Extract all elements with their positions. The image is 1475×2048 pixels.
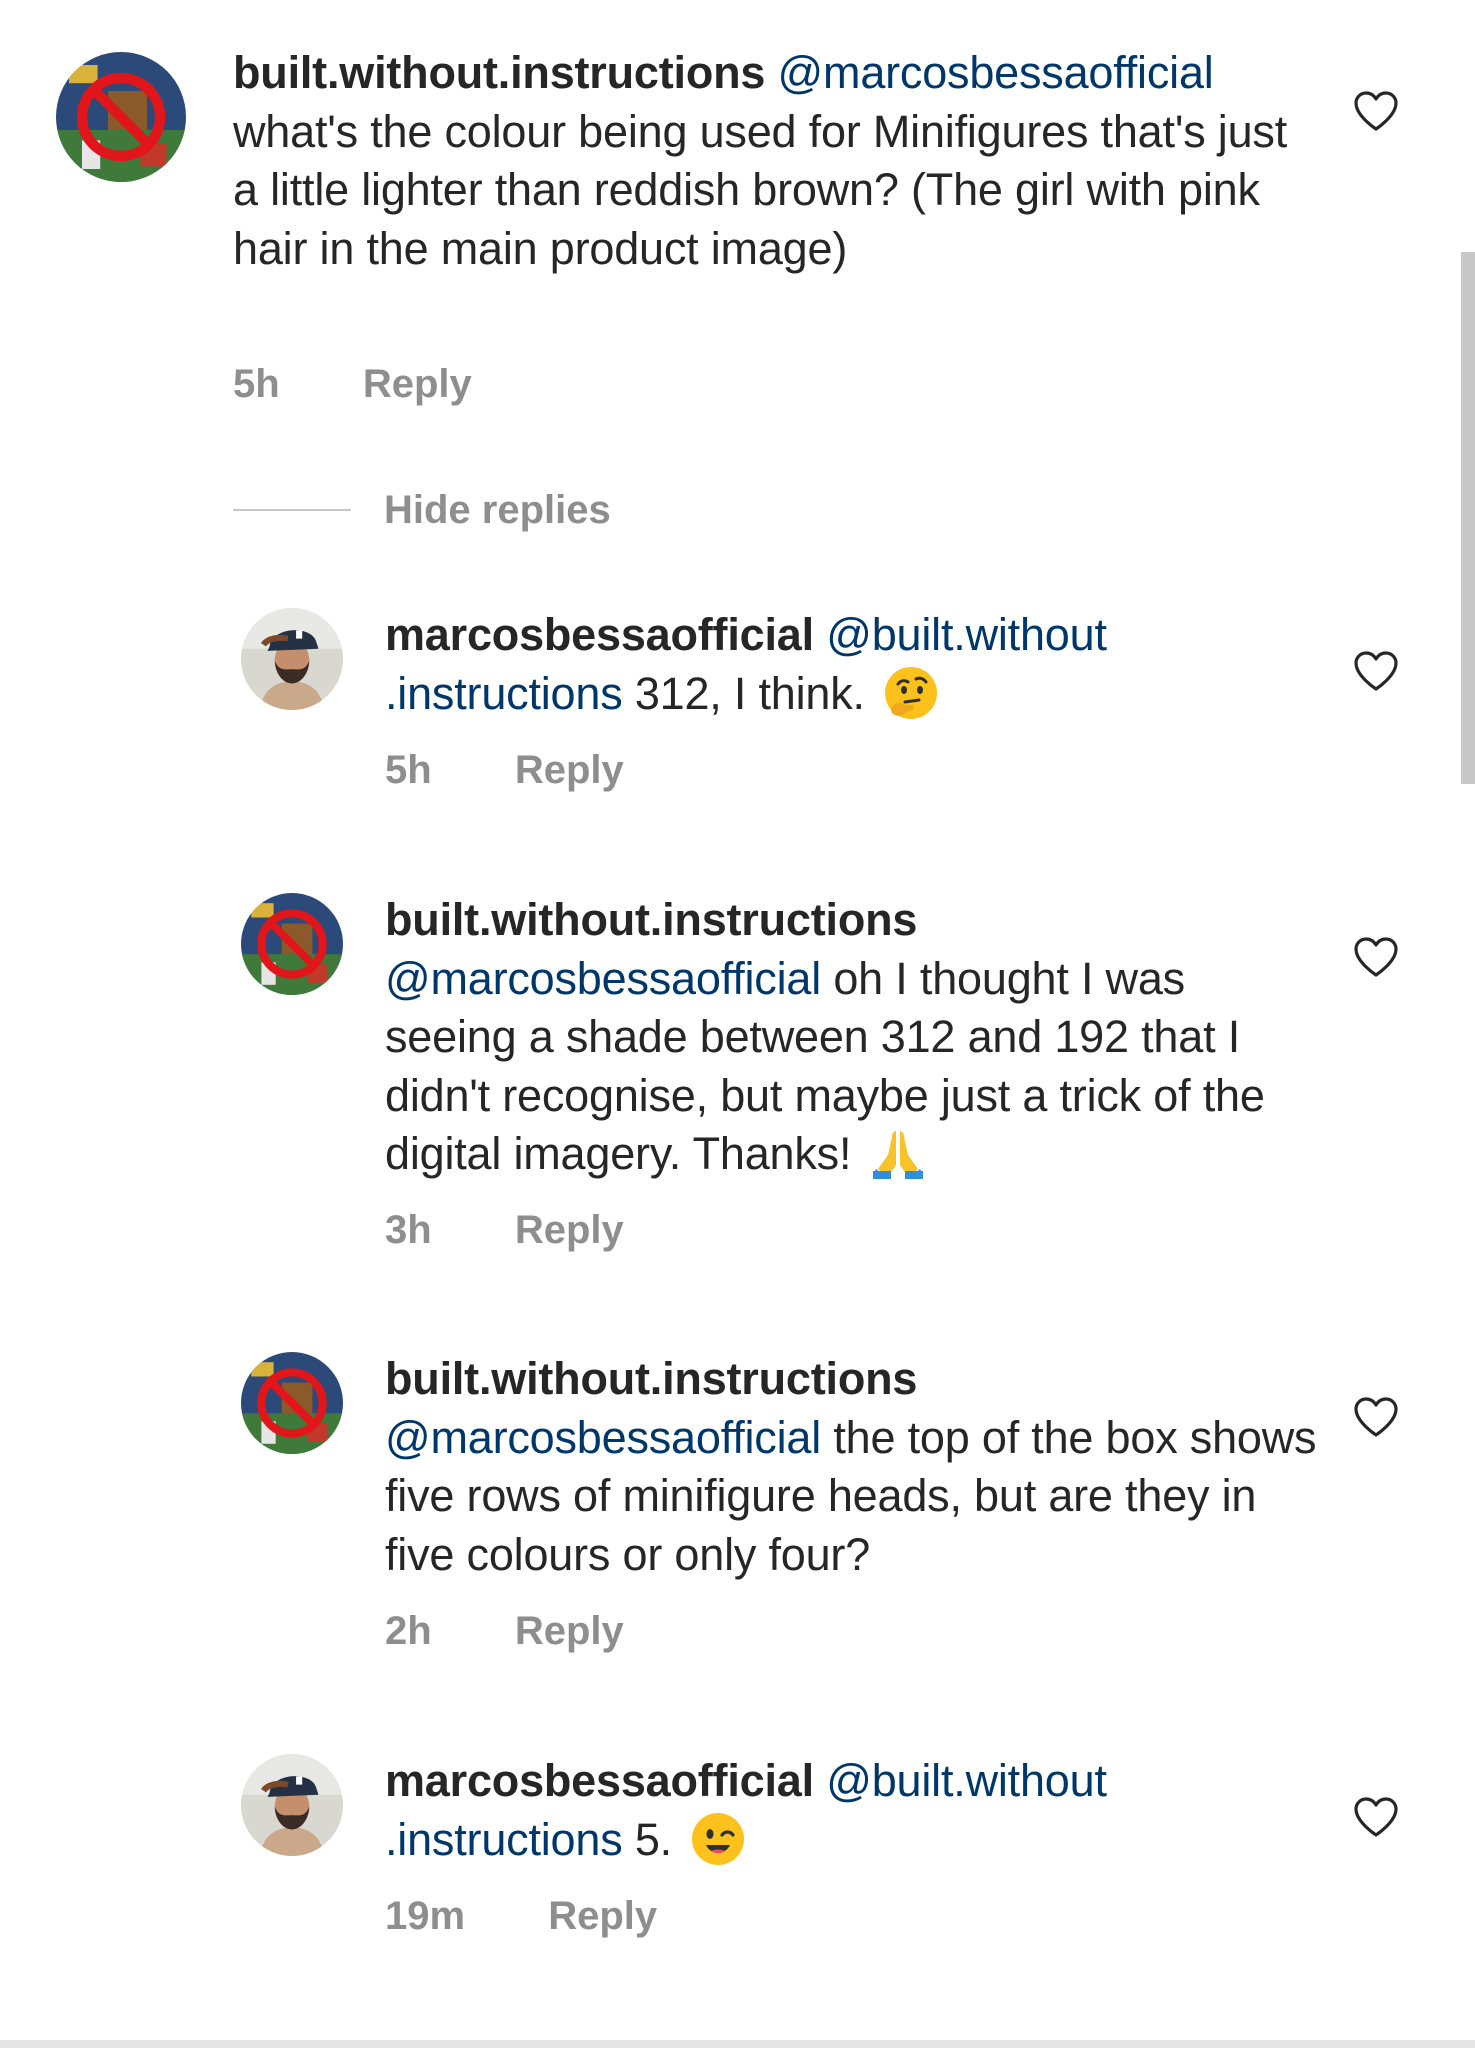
reply-button[interactable]: Reply: [515, 748, 624, 793]
folded-hands-emoji: [870, 1125, 926, 1181]
bottom-divider: [0, 2040, 1475, 2048]
avatar-no-symbol-icon[interactable]: [241, 893, 343, 995]
reply-button[interactable]: Reply: [548, 1894, 657, 1939]
reply-button[interactable]: Reply: [515, 1208, 624, 1253]
comment-message: 312, I think.: [634, 667, 865, 719]
thinking-face-emoji: [883, 665, 939, 721]
comment-message: 5.: [634, 1813, 672, 1865]
hide-replies-toggle[interactable]: Hide replies: [233, 482, 611, 538]
heart-icon[interactable]: [1353, 650, 1399, 692]
comment-meta: 5h Reply: [385, 748, 624, 793]
reply-button[interactable]: Reply: [363, 362, 472, 407]
heart-icon[interactable]: [1353, 90, 1399, 132]
mention-link[interactable]: @marcosbessaofficial: [385, 953, 821, 1004]
comment-text: marcosbessaofficial @built.without .inst…: [385, 1752, 1325, 1869]
heart-icon[interactable]: [1353, 1796, 1399, 1838]
timestamp: 5h: [385, 748, 432, 792]
mention-link-continued[interactable]: .instructions: [385, 1814, 623, 1865]
mention-link-continued[interactable]: .instructions: [385, 668, 623, 719]
hide-replies-label[interactable]: Hide replies: [384, 488, 611, 533]
timestamp: 3h: [385, 1208, 432, 1252]
comment-meta: 2h Reply: [385, 1609, 624, 1654]
username-link[interactable]: marcosbessaofficial: [385, 1755, 814, 1806]
mention-link[interactable]: @built.without: [826, 609, 1107, 660]
comment-message: what's the colour being used for Minifig…: [233, 105, 1288, 274]
heart-icon[interactable]: [1353, 1396, 1399, 1438]
comment-text: built.without.instructions @marcosbessao…: [233, 44, 1313, 278]
mention-link[interactable]: @built.without: [826, 1755, 1107, 1806]
timestamp: 19m: [385, 1894, 466, 1938]
username-link[interactable]: built.without.instructions: [233, 47, 765, 98]
username-link[interactable]: built.without.instructions: [385, 894, 917, 945]
mention-link[interactable]: @marcosbessaofficial: [778, 47, 1214, 98]
comment-meta: 5h Reply: [233, 362, 472, 407]
divider-line: [233, 509, 351, 511]
comment-text: marcosbessaofficial @built.without .inst…: [385, 606, 1325, 723]
timestamp: 5h: [233, 362, 280, 406]
winking-face-emoji: [690, 1811, 746, 1867]
reply-button[interactable]: Reply: [515, 1609, 624, 1654]
comment-meta: 3h Reply: [385, 1208, 624, 1253]
username-link[interactable]: marcosbessaofficial: [385, 609, 814, 660]
avatar-profile-photo-icon[interactable]: [241, 608, 343, 710]
timestamp: 2h: [385, 1609, 432, 1653]
avatar-no-symbol-icon[interactable]: [241, 1352, 343, 1454]
mention-link[interactable]: @marcosbessaofficial: [385, 1412, 821, 1463]
avatar-profile-photo-icon[interactable]: [241, 1754, 343, 1856]
comment-meta: 19m Reply: [385, 1894, 657, 1939]
comment-text: built.without.instructions @marcosbessao…: [385, 891, 1325, 1184]
comment-text: built.without.instructions @marcosbessao…: [385, 1350, 1325, 1584]
heart-icon[interactable]: [1353, 936, 1399, 978]
avatar-no-symbol-icon[interactable]: [56, 52, 186, 182]
username-link[interactable]: built.without.instructions: [385, 1353, 917, 1404]
scrollbar[interactable]: [1461, 252, 1475, 784]
